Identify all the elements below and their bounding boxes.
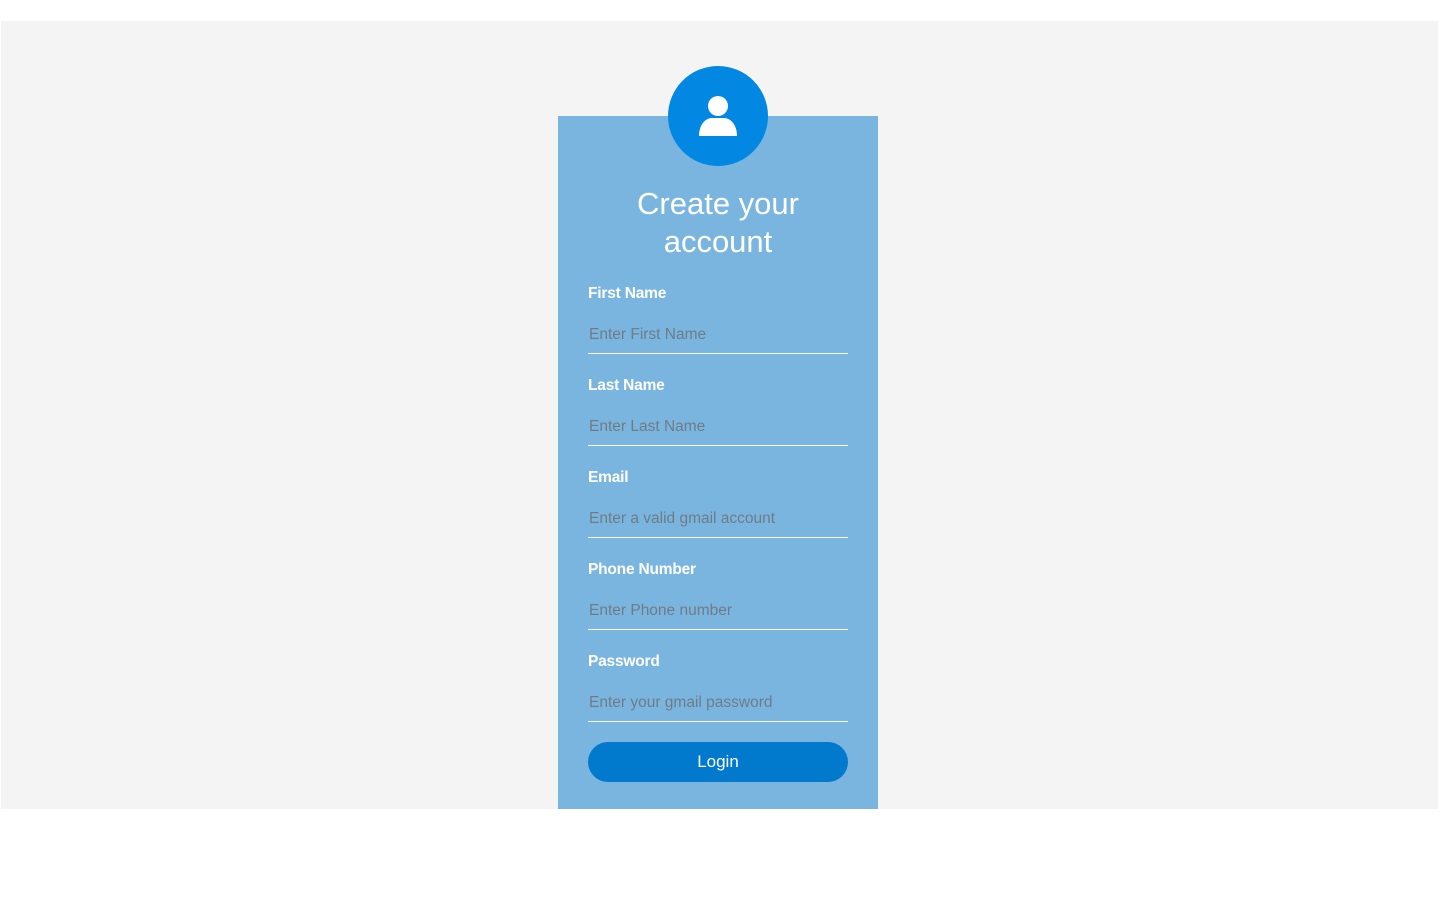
- form-title-line-2: account: [663, 224, 773, 259]
- phone-number-field: Phone Number: [588, 561, 848, 630]
- form-title: Create your account: [558, 185, 878, 261]
- first-name-field: First Name: [588, 285, 848, 354]
- user-icon: [699, 96, 737, 136]
- phone-number-label: Phone Number: [588, 561, 696, 578]
- password-field: Password: [588, 653, 848, 722]
- first-name-label: First Name: [588, 285, 667, 302]
- phone-number-input[interactable]: [588, 592, 848, 630]
- email-label: Email: [588, 469, 629, 486]
- last-name-label: Last Name: [588, 377, 665, 394]
- avatar: [668, 66, 768, 166]
- last-name-input[interactable]: [588, 408, 848, 446]
- password-label: Password: [588, 653, 660, 670]
- first-name-input[interactable]: [588, 316, 848, 354]
- email-input[interactable]: [588, 500, 848, 538]
- last-name-field: Last Name: [588, 377, 848, 446]
- login-button[interactable]: Login: [588, 742, 848, 782]
- form-title-line-1: Create your: [637, 186, 799, 221]
- password-input[interactable]: [588, 684, 848, 722]
- email-field: Email: [588, 469, 848, 538]
